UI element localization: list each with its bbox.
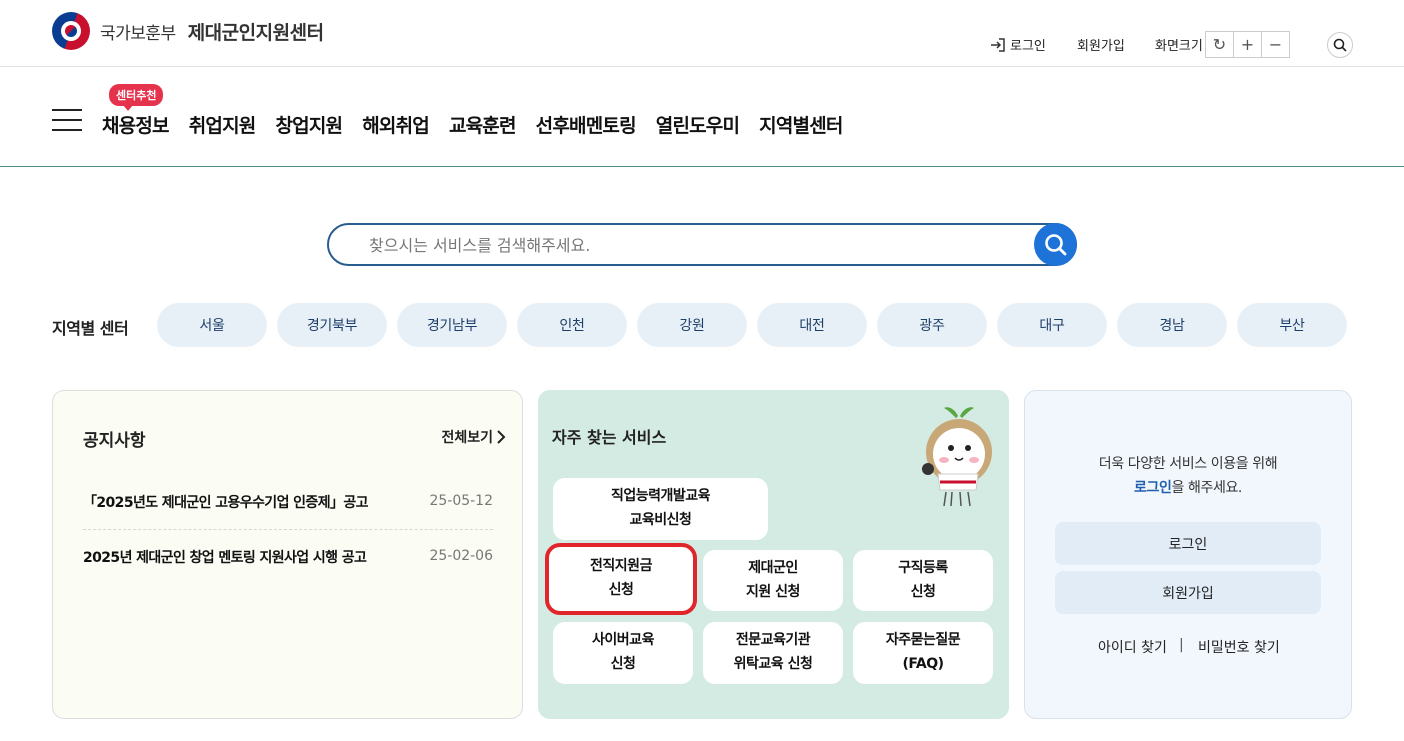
region-chip-daejeon[interactable]: 대전 xyxy=(757,303,867,347)
find-separator: | xyxy=(1179,637,1184,653)
gnb-item-jobs[interactable]: 채용정보 xyxy=(102,111,170,138)
login-prompt-link[interactable]: 로그인 xyxy=(1134,480,1172,496)
gnb-item-overseas-jobs[interactable]: 해외취업 xyxy=(362,111,430,138)
region-label: 지역별 센터 xyxy=(52,319,129,338)
login-link[interactable]: 로그인 xyxy=(990,35,1046,54)
chevron-right-icon xyxy=(497,430,506,444)
notice-title: 공지사항 xyxy=(83,431,146,451)
service-label-line2: 신청 xyxy=(910,583,936,600)
region-chip-seoul[interactable]: 서울 xyxy=(157,303,267,347)
login-prompt-message: 더욱 다양한 서비스 이용을 위해 로그인을 해주세요. xyxy=(1025,453,1351,501)
service-label-line1: 직업능력개발교육 xyxy=(610,488,711,505)
zoom-out-button[interactable]: − xyxy=(1261,31,1290,58)
zoom-in-button[interactable]: + xyxy=(1233,31,1262,58)
services-title: 자주 찾는 서비스 xyxy=(552,428,667,447)
search-icon xyxy=(1044,233,1066,255)
service-transition-grant[interactable]: 전직지원금신청 xyxy=(545,543,697,615)
service-label-line1: 전문교육기관 xyxy=(735,632,811,649)
site-name: 제대군인지원센터 xyxy=(187,21,324,44)
service-label-line1: 사이버교육 xyxy=(592,632,654,649)
service-faq[interactable]: 자주묻는질문 (FAQ) xyxy=(853,622,993,684)
region-chips: 서울 경기북부 경기남부 인천 강원 대전 광주 대구 경남 부산 xyxy=(157,303,1357,347)
notice-item-date: 25-02-06 xyxy=(429,548,493,564)
gnb-item-open-helper[interactable]: 열린도우미 xyxy=(656,111,740,138)
gnb-item-regional-centers[interactable]: 지역별센터 xyxy=(759,111,843,138)
service-label-line1: 자주묻는질문 xyxy=(885,632,961,649)
region-chip-incheon[interactable]: 인천 xyxy=(517,303,627,347)
region-chip-gyeongnam[interactable]: 경남 xyxy=(1117,303,1227,347)
gnb-item-startup-support[interactable]: 창업지원 xyxy=(275,111,343,138)
find-id-link[interactable]: 아이디 찾기 xyxy=(1098,637,1167,657)
service-veteran-support[interactable]: 제대군인지원 신청 xyxy=(703,550,843,611)
notice-more-label: 전체보기 xyxy=(441,430,493,446)
gnb-item-employment-support[interactable]: 취업지원 xyxy=(189,111,257,138)
login-link-label: 로그인 xyxy=(1010,39,1046,54)
service-cyber-education[interactable]: 사이버교육신청 xyxy=(553,622,693,684)
zoom-label: 화면크기 xyxy=(1155,39,1203,54)
site-logo[interactable]: 국가보훈부 제대군인지원센터 xyxy=(52,12,324,50)
service-label-line2: 신청 xyxy=(610,656,636,672)
join-link[interactable]: 회원가입 xyxy=(1077,35,1125,54)
service-label-line1: 전직지원금 xyxy=(590,558,652,575)
service-job-registration[interactable]: 구직등록신청 xyxy=(853,550,993,611)
service-label-line2: 위탁교육 신청 xyxy=(733,656,813,672)
notice-item-date: 25-05-12 xyxy=(429,493,493,509)
main-search-box xyxy=(327,223,1077,266)
service-label-line2: 신청 xyxy=(608,582,634,598)
taegeuk-emblem-icon xyxy=(52,12,90,50)
gnb-menu: 채용정보 취업지원 창업지원 해외취업 교육훈련 선후배멘토링 열린도우미 지역… xyxy=(102,111,863,138)
frequent-services-panel: 자주 찾는 서비스 직업능력개발교육교육비신청 전직지원금신청 제대군인지원 신… xyxy=(538,390,1009,719)
top-utility-bar: 국가보훈부 제대군인지원센터 로그인 회원가입 화면크기 ↻ + − xyxy=(0,0,1404,67)
mascot-character-icon xyxy=(922,407,992,507)
zoom-controls: ↻ + − xyxy=(1205,31,1290,58)
main-navigation: 센터추천 채용정보 취업지원 창업지원 해외취업 교육훈련 선후배멘토링 열린도… xyxy=(0,67,1404,167)
region-chip-gangwon[interactable]: 강원 xyxy=(637,303,747,347)
find-password-link[interactable]: 비밀번호 찾기 xyxy=(1198,637,1280,657)
service-label-line1: 구직등록 xyxy=(898,559,948,576)
recommend-badge: 센터추천 xyxy=(109,84,164,111)
notice-more-link[interactable]: 전체보기 xyxy=(441,427,506,447)
notice-item-title: 「2025년도 제대군인 고용우수기업 인증제」공고 xyxy=(83,495,369,511)
login-button[interactable]: 로그인 xyxy=(1055,522,1321,565)
region-chip-gyeonggi-north[interactable]: 경기북부 xyxy=(277,303,387,347)
login-prompt-line1: 더욱 다양한 서비스 이용을 위해 xyxy=(1098,456,1278,472)
service-label-line2: (FAQ) xyxy=(902,656,945,672)
gnb-item-mentoring[interactable]: 선후배멘토링 xyxy=(536,111,637,138)
hamburger-menu-icon[interactable] xyxy=(52,109,82,131)
login-icon xyxy=(991,37,1005,52)
main-search-button[interactable] xyxy=(1034,223,1077,266)
notice-item[interactable]: 「2025년도 제대군인 고용우수기업 인증제」공고 25-05-12 xyxy=(83,480,493,530)
main-search-input[interactable] xyxy=(369,233,1009,257)
notice-item[interactable]: 2025년 제대군인 창업 멘토링 지원사업 시행 공고 25-02-06 xyxy=(83,535,493,585)
region-chip-daegu[interactable]: 대구 xyxy=(997,303,1107,347)
join-button[interactable]: 회원가입 xyxy=(1055,571,1321,614)
region-chip-gyeonggi-south[interactable]: 경기남부 xyxy=(397,303,507,347)
zoom-reset-button[interactable]: ↻ xyxy=(1205,31,1234,58)
service-label-line2: 지원 신청 xyxy=(746,583,800,600)
service-label-line1: 제대군인 xyxy=(748,559,798,576)
notice-panel: 공지사항 전체보기 「2025년도 제대군인 고용우수기업 인증제」공고 25-… xyxy=(52,390,523,719)
gnb-item-training[interactable]: 교육훈련 xyxy=(449,111,517,138)
header-search-button[interactable] xyxy=(1327,32,1353,58)
org-name: 국가보훈부 xyxy=(100,23,176,44)
region-chip-busan[interactable]: 부산 xyxy=(1237,303,1347,347)
search-icon xyxy=(1333,38,1347,52)
join-link-label: 회원가입 xyxy=(1077,39,1125,54)
login-prompt-line2: 을 해주세요. xyxy=(1171,479,1242,496)
member-panel: 더욱 다양한 서비스 이용을 위해 로그인을 해주세요. 로그인 회원가입 아이… xyxy=(1024,390,1352,719)
service-label-line2: 교육비신청 xyxy=(629,512,692,528)
region-chip-gwangju[interactable]: 광주 xyxy=(877,303,987,347)
service-vocational-training-fee[interactable]: 직업능력개발교육교육비신청 xyxy=(553,478,768,540)
notice-item-title: 2025년 제대군인 창업 멘토링 지원사업 시행 공고 xyxy=(83,550,367,566)
service-consigned-education[interactable]: 전문교육기관위탁교육 신청 xyxy=(703,622,843,684)
